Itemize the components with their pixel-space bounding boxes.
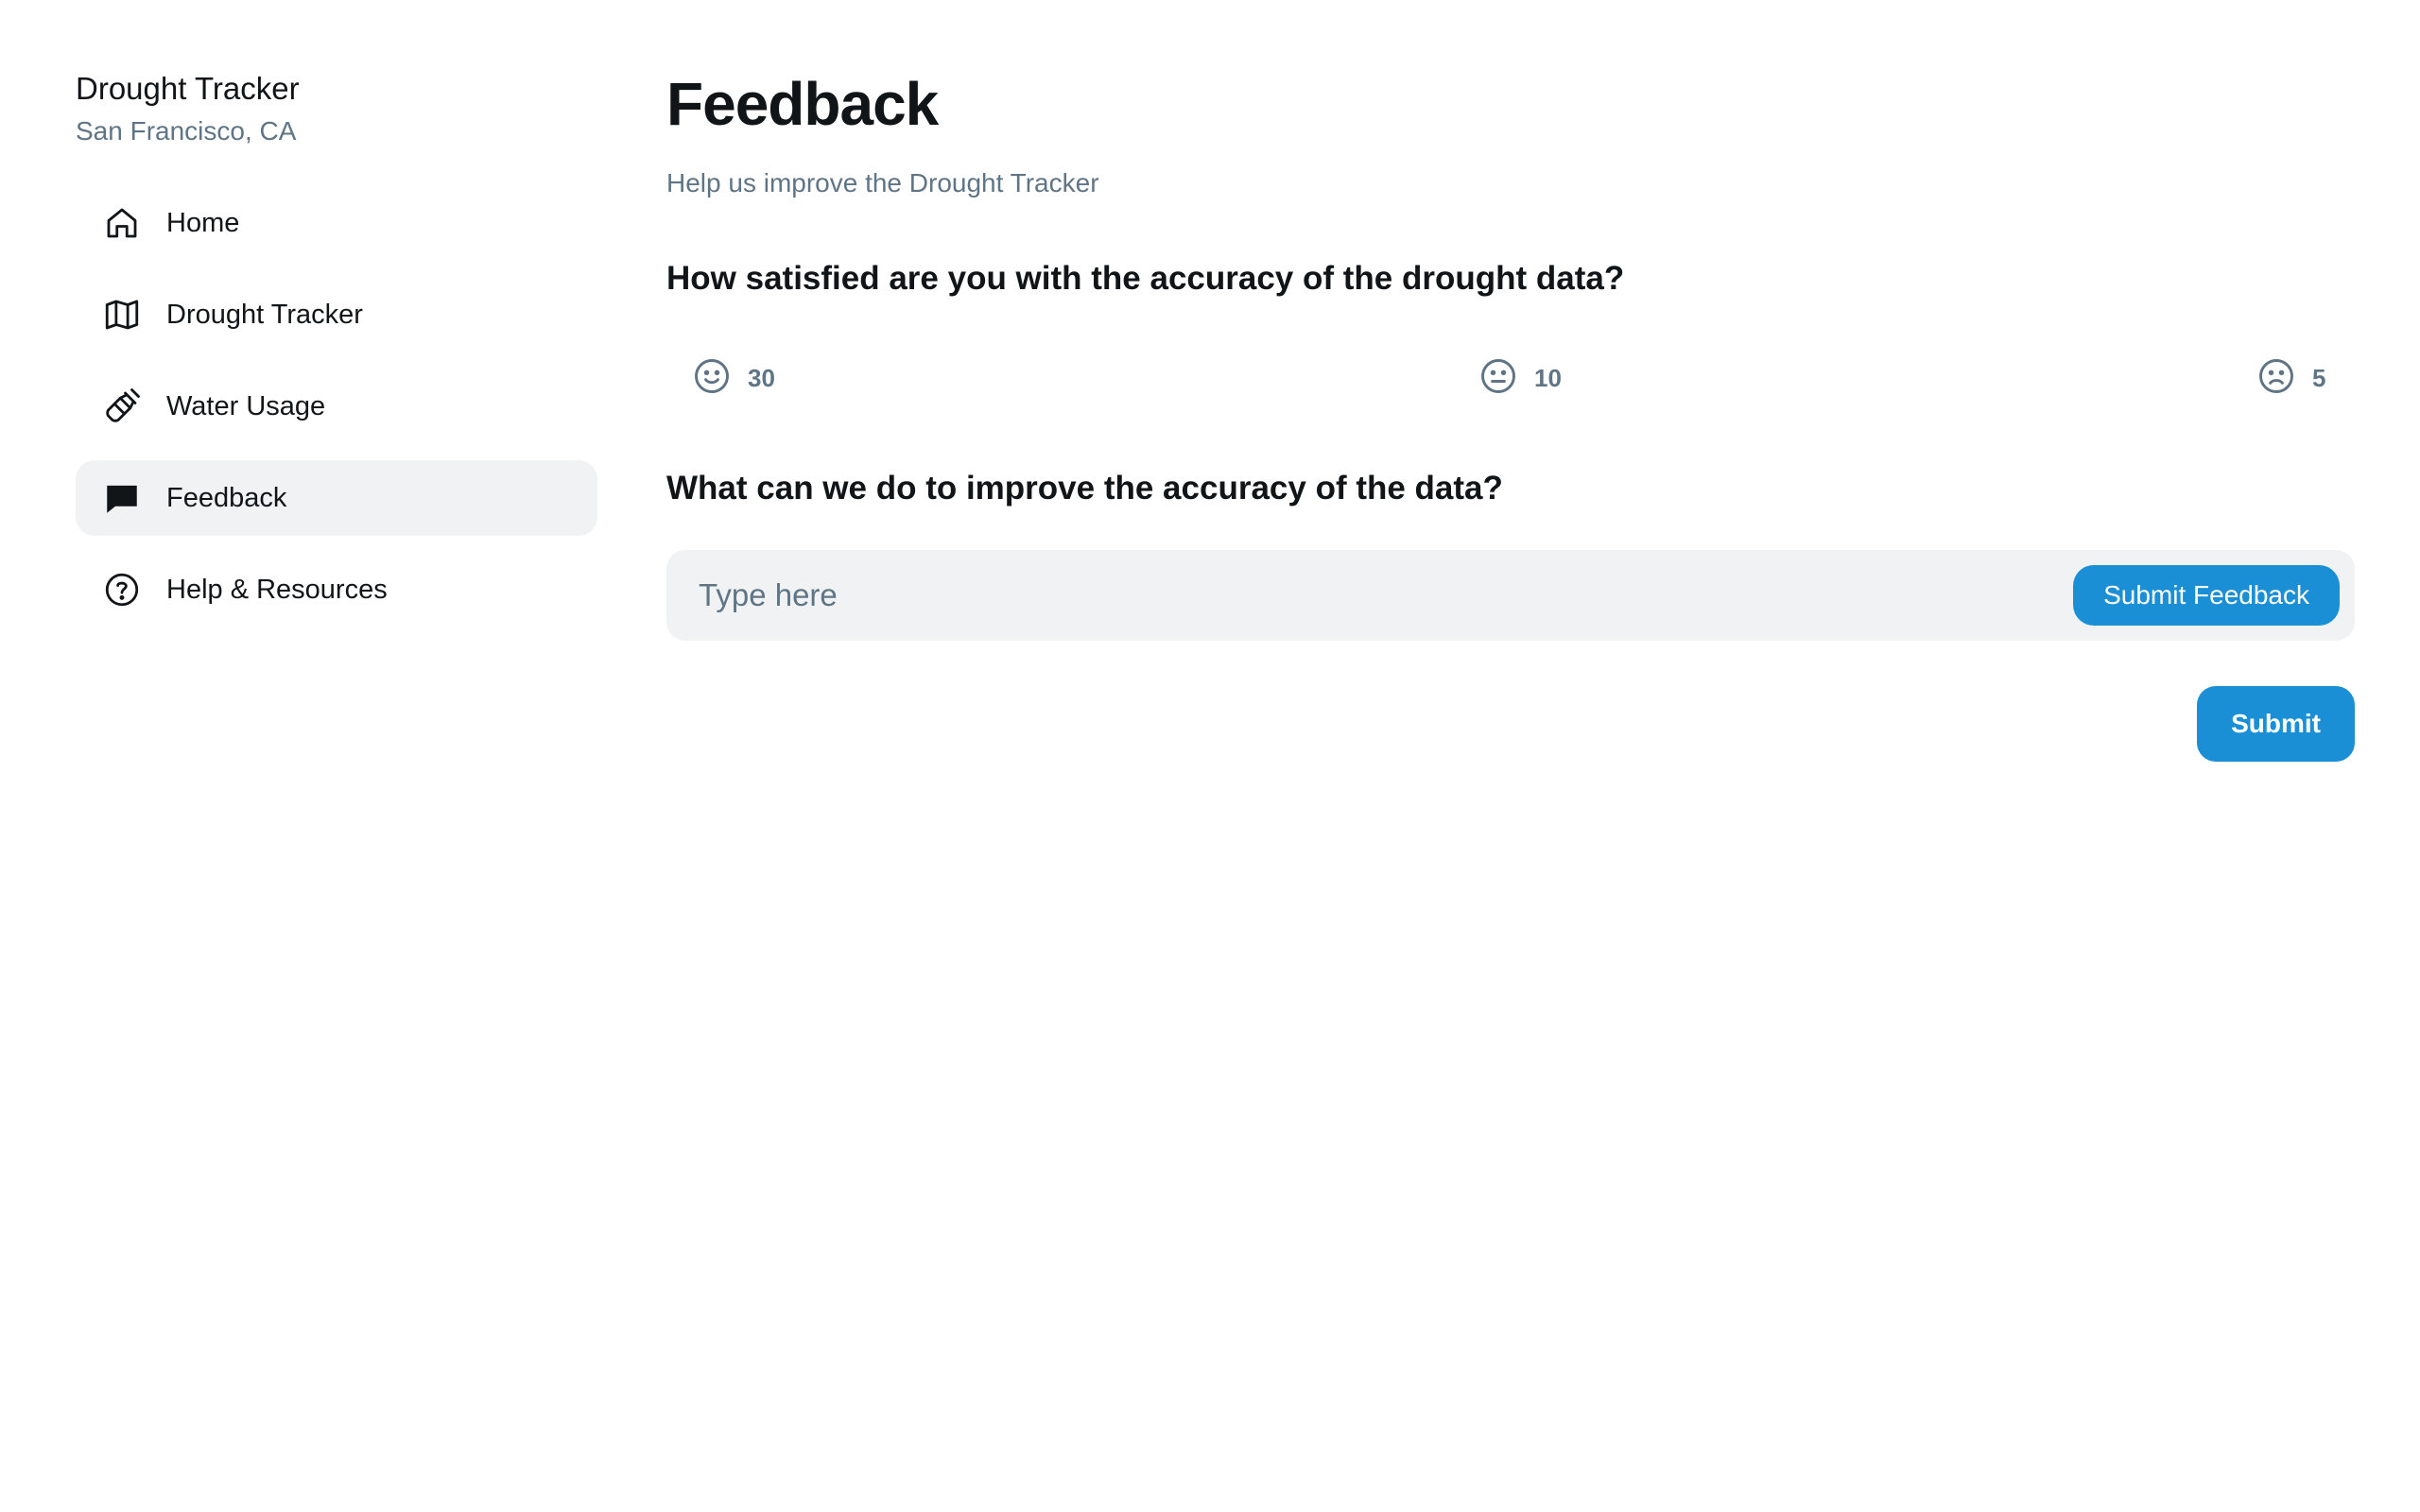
question-satisfaction: How satisfied are you with the accuracy … <box>666 260 1625 297</box>
spray-bottle-icon <box>102 387 142 426</box>
sad-face-icon <box>2256 355 2297 402</box>
sidebar-item-drought-tracker[interactable]: Drought Tracker <box>76 277 597 352</box>
sidebar-item-feedback[interactable]: Feedback <box>76 460 597 536</box>
question-circle-icon <box>102 570 142 610</box>
rating-row: 30 10 5 <box>666 350 2355 406</box>
sidebar: Drought Tracker San Francisco, CA Home D… <box>76 66 597 644</box>
home-icon <box>102 203 142 243</box>
rating-positive[interactable]: 30 <box>691 350 775 406</box>
sidebar-item-label: Drought Tracker <box>166 299 363 330</box>
rating-count: 10 <box>1534 363 1562 392</box>
app-location: San Francisco, CA <box>76 116 297 146</box>
smile-icon <box>691 355 733 402</box>
submit-row: Submit <box>666 686 2355 762</box>
submit-feedback-button[interactable]: Submit Feedback <box>2073 565 2340 626</box>
feedback-input-bar: Submit Feedback <box>666 550 2355 641</box>
feedback-input[interactable] <box>697 576 2074 614</box>
rating-count: 5 <box>2312 363 2326 392</box>
sidebar-item-home[interactable]: Home <box>76 185 597 261</box>
sidebar-item-water-usage[interactable]: Water Usage <box>76 369 597 444</box>
sidebar-item-help-resources[interactable]: Help & Resources <box>76 552 597 627</box>
main-content: Feedback Help us improve the Drought Tra… <box>666 57 2355 762</box>
map-icon <box>102 295 142 335</box>
rating-negative[interactable]: 5 <box>2256 350 2325 406</box>
question-improvement: What can we do to improve the accuracy o… <box>666 470 1503 507</box>
submit-button[interactable]: Submit <box>2197 686 2355 762</box>
chat-bubble-icon <box>102 478 142 518</box>
rating-count: 30 <box>748 363 775 392</box>
sidebar-item-label: Home <box>166 207 240 238</box>
page-title: Feedback <box>666 70 939 138</box>
neutral-face-icon <box>1478 355 1519 402</box>
rating-neutral[interactable]: 10 <box>1478 350 1562 406</box>
sidebar-item-label: Water Usage <box>166 390 326 421</box>
sidebar-item-label: Feedback <box>166 482 287 513</box>
app-title: Drought Tracker <box>76 71 300 106</box>
sidebar-nav: Home Drought Tracker Water Usage Feedbac… <box>76 185 597 627</box>
page-subtitle: Help us improve the Drought Tracker <box>666 168 1099 198</box>
sidebar-item-label: Help & Resources <box>166 574 388 605</box>
